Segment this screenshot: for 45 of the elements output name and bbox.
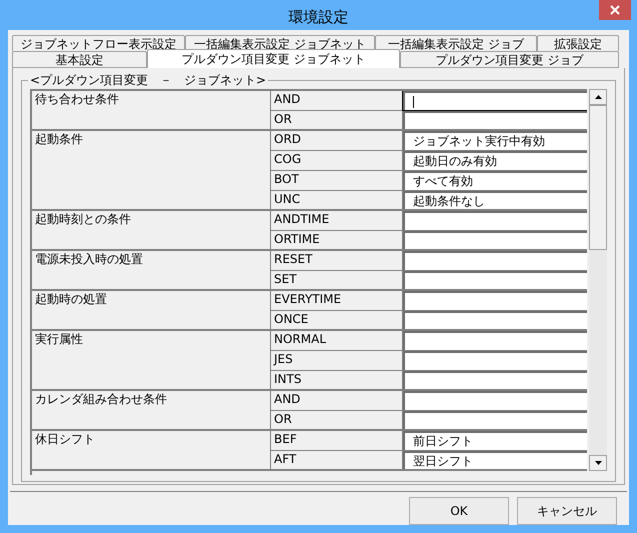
tab[interactable]: 一括編集表示設定 ジョブ bbox=[375, 35, 537, 51]
group-title: <プルダウン項目変更 － ジョブネット> bbox=[28, 72, 268, 88]
tab[interactable]: プルダウン項目変更 ジョブ bbox=[400, 51, 619, 68]
window-title: 環境設定 bbox=[288, 7, 348, 28]
value-field[interactable] bbox=[403, 211, 588, 230]
value-field[interactable]: 起動条件なし bbox=[403, 191, 588, 209]
scroll-down-button[interactable] bbox=[589, 455, 607, 471]
close-button[interactable] bbox=[599, 0, 631, 20]
tab[interactable]: 基本設定 bbox=[12, 51, 147, 68]
value-field[interactable] bbox=[403, 351, 588, 370]
item-name-cell: 電源未投入時の処置 bbox=[32, 251, 271, 289]
item-name-cell: 起動条件 bbox=[32, 131, 271, 209]
value-field[interactable] bbox=[403, 331, 588, 350]
value-field[interactable] bbox=[403, 251, 588, 270]
value-field[interactable] bbox=[403, 291, 588, 310]
value-field[interactable]: すべて有効 bbox=[403, 171, 588, 190]
scroll-up-button[interactable] bbox=[589, 89, 607, 105]
value-field[interactable] bbox=[403, 271, 588, 289]
down-triangle-icon bbox=[594, 461, 602, 465]
scroll-thumb[interactable] bbox=[589, 105, 607, 250]
value-field[interactable] bbox=[403, 371, 588, 389]
item-name-cell: 起動時刻との条件 bbox=[32, 211, 271, 249]
value-field[interactable] bbox=[403, 311, 588, 329]
text-cursor bbox=[413, 96, 414, 108]
tab[interactable]: 拡張設定 bbox=[537, 35, 619, 51]
item-name-cell: 起動時の処置 bbox=[32, 291, 271, 329]
value-field[interactable] bbox=[403, 111, 588, 129]
value-field[interactable] bbox=[403, 411, 588, 429]
value-field[interactable]: 起動日のみ有効 bbox=[403, 151, 588, 170]
item-name-cell: 実行属性 bbox=[32, 331, 271, 389]
item-name-cell: カレンダ組み合わせ条件 bbox=[32, 391, 271, 429]
item-name-cell: 休日シフト bbox=[32, 431, 271, 469]
value-field[interactable] bbox=[403, 91, 588, 110]
value-field[interactable]: 前日シフト bbox=[403, 431, 588, 450]
scrollbar[interactable] bbox=[589, 89, 607, 471]
dialog-button[interactable]: OK bbox=[409, 497, 509, 525]
value-field[interactable] bbox=[403, 391, 588, 410]
dialog-button[interactable]: キャンセル bbox=[517, 497, 617, 525]
item-name-cell: 待ち合わせ条件 bbox=[32, 91, 271, 129]
up-triangle-icon bbox=[594, 95, 602, 99]
value-field[interactable]: ジョブネット実行中有効 bbox=[403, 131, 588, 150]
value-field[interactable]: 翌日シフト bbox=[403, 451, 588, 469]
tab[interactable]: プルダウン項目変更 ジョブネット bbox=[147, 49, 400, 68]
value-field[interactable] bbox=[403, 231, 588, 249]
close-icon bbox=[610, 5, 620, 15]
